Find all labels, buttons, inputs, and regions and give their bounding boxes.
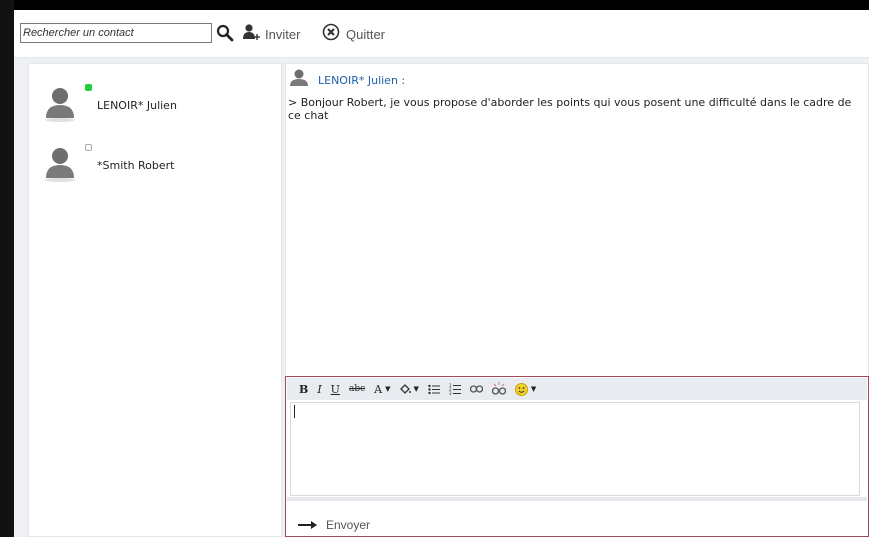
avatar-icon	[43, 146, 77, 182]
offline-status-icon	[85, 144, 92, 151]
toolbar: Rechercher un contact Inviter Quitter	[14, 10, 869, 58]
message-header: LENOIR* Julien :	[288, 68, 405, 92]
message-editor: B I U abc A ▼ ▼ 123 ▼ Envoyer	[285, 376, 869, 537]
message-textarea[interactable]	[290, 402, 860, 496]
editor-divider	[287, 497, 867, 501]
emoticon-button[interactable]: ▼	[514, 382, 536, 396]
add-user-icon	[242, 23, 262, 45]
bullet-list-icon[interactable]	[428, 384, 440, 395]
avatar-icon	[288, 68, 310, 92]
send-button[interactable]: Envoyer	[298, 515, 370, 534]
window-left-edge	[0, 0, 14, 537]
invite-label: Inviter	[265, 26, 301, 42]
bold-button[interactable]: B	[299, 383, 308, 396]
chat-app: Rechercher un contact Inviter Quitter LE…	[14, 10, 869, 537]
paint-bucket-icon	[400, 383, 412, 394]
search-icon[interactable]	[216, 24, 234, 42]
close-circle-icon	[322, 23, 340, 45]
italic-button[interactable]: I	[317, 383, 321, 396]
text-caret	[294, 405, 295, 418]
strikethrough-button[interactable]: abc	[349, 384, 365, 394]
invite-button[interactable]: Inviter	[242, 24, 300, 44]
numbered-list-icon[interactable]: 123	[449, 383, 461, 395]
unlink-icon[interactable]	[491, 382, 506, 396]
online-status-icon	[85, 84, 92, 91]
svg-text:3: 3	[449, 391, 452, 395]
message-author: LENOIR* Julien :	[318, 73, 406, 87]
quit-label: Quitter	[346, 26, 386, 42]
smiley-icon	[514, 382, 528, 396]
arrow-right-icon	[298, 515, 318, 534]
font-color-button[interactable]: A ▼	[374, 383, 390, 396]
avatar-icon	[43, 86, 77, 122]
link-icon[interactable]	[469, 385, 483, 393]
underline-button[interactable]: U	[331, 383, 340, 396]
editor-toolbar: B I U abc A ▼ ▼ 123 ▼	[287, 378, 867, 400]
window-top-edge	[0, 0, 869, 10]
contact-name: *Smith Robert	[97, 159, 175, 172]
send-label: Envoyer	[326, 517, 371, 532]
contact-item[interactable]: *Smith Robert	[29, 134, 281, 194]
contact-name: LENOIR* Julien	[97, 99, 177, 112]
contact-list: LENOIR* Julien *Smith Robert	[28, 63, 282, 537]
search-input[interactable]: Rechercher un contact	[20, 23, 212, 43]
quit-button[interactable]: Quitter	[322, 23, 386, 45]
highlight-button[interactable]: ▼	[399, 383, 419, 395]
contact-item[interactable]: LENOIR* Julien	[29, 74, 281, 134]
message-text: > Bonjour Robert, je vous propose d'abor…	[288, 96, 852, 122]
